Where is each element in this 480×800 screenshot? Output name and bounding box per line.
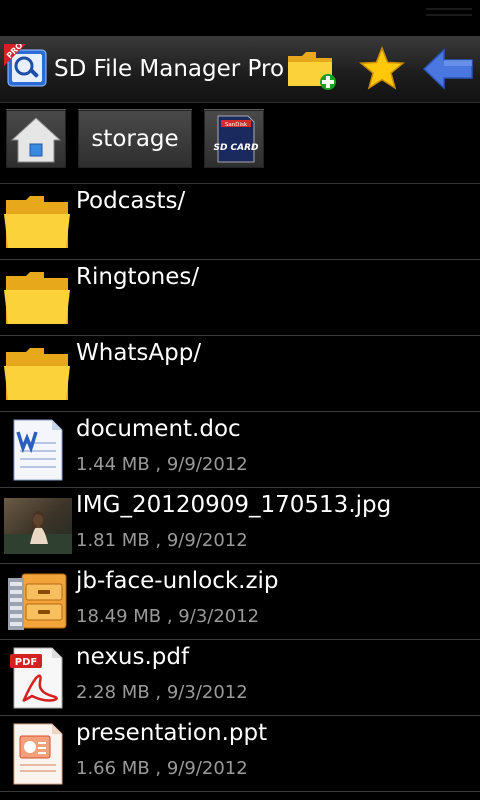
image-thumbnail bbox=[4, 494, 72, 558]
file-meta: 18.49 MB , 9/3/2012 bbox=[76, 606, 260, 627]
folder-icon bbox=[4, 266, 72, 330]
favorites-button[interactable] bbox=[356, 44, 408, 94]
file-name: Podcasts/ bbox=[76, 188, 186, 214]
file-meta: 1.66 MB , 9/9/2012 bbox=[76, 758, 248, 779]
powerpoint-icon bbox=[4, 722, 72, 786]
list-item[interactable]: PDF nexus.pdf 2.28 MB , 9/3/2012 bbox=[0, 640, 480, 716]
app-logo-icon: PRO bbox=[4, 41, 48, 88]
file-name: presentation.ppt bbox=[76, 720, 268, 746]
file-meta: 2.28 MB , 9/3/2012 bbox=[76, 682, 248, 703]
list-item[interactable]: Ringtones/ bbox=[0, 260, 480, 336]
file-name: document.doc bbox=[76, 416, 241, 442]
file-meta: 1.81 MB , 9/9/2012 bbox=[76, 530, 248, 551]
sd-card-label: SD CARD bbox=[213, 143, 259, 153]
list-item[interactable]: Podcasts/ bbox=[0, 184, 480, 260]
list-item[interactable]: IMG_20120909_170513.jpg 1.81 MB , 9/9/20… bbox=[0, 488, 480, 564]
star-icon bbox=[359, 45, 405, 90]
list-item[interactable]: presentation.ppt 1.66 MB , 9/9/2012 bbox=[0, 716, 480, 792]
home-icon bbox=[10, 117, 62, 163]
breadcrumb: storage SanDisk SD CARD bbox=[0, 103, 480, 184]
file-name: nexus.pdf bbox=[76, 644, 190, 670]
file-name: IMG_20120909_170513.jpg bbox=[76, 492, 392, 518]
file-name: WhatsApp/ bbox=[76, 340, 202, 366]
app-title: SD File Manager Pro bbox=[54, 56, 285, 82]
folder-icon bbox=[4, 342, 72, 406]
back-button[interactable] bbox=[420, 44, 473, 94]
sd-card-button[interactable]: SanDisk SD CARD bbox=[204, 109, 264, 168]
folder-icon bbox=[4, 190, 72, 254]
pdf-label: PDF bbox=[15, 657, 37, 668]
file-list: Podcasts/ Ringtones/ WhatsApp/ document.… bbox=[0, 184, 480, 792]
status-bar-decoration bbox=[426, 8, 472, 22]
sd-card-icon: SanDisk SD CARD bbox=[213, 115, 259, 163]
home-button[interactable] bbox=[6, 109, 66, 168]
list-item[interactable]: WhatsApp/ bbox=[0, 336, 480, 412]
sd-card-brand: SanDisk bbox=[225, 122, 248, 128]
file-name: jb-face-unlock.zip bbox=[76, 568, 279, 594]
pdf-icon: PDF bbox=[4, 646, 72, 710]
new-folder-icon bbox=[288, 52, 336, 90]
list-item[interactable]: jb-face-unlock.zip 18.49 MB , 9/3/2012 bbox=[0, 564, 480, 640]
breadcrumb-storage[interactable]: storage bbox=[78, 109, 192, 168]
file-meta: 1.44 MB , 9/9/2012 bbox=[76, 454, 248, 475]
breadcrumb-storage-label: storage bbox=[91, 126, 179, 152]
file-name: Ringtones/ bbox=[76, 264, 200, 290]
status-bar bbox=[0, 0, 480, 36]
title-bar: PRO SD File Manager Pro bbox=[0, 36, 480, 103]
zip-archive-icon bbox=[4, 570, 72, 634]
list-item[interactable]: document.doc 1.44 MB , 9/9/2012 bbox=[0, 412, 480, 488]
new-folder-button[interactable] bbox=[286, 44, 338, 94]
back-arrow-icon bbox=[422, 48, 473, 90]
word-document-icon bbox=[4, 418, 72, 482]
